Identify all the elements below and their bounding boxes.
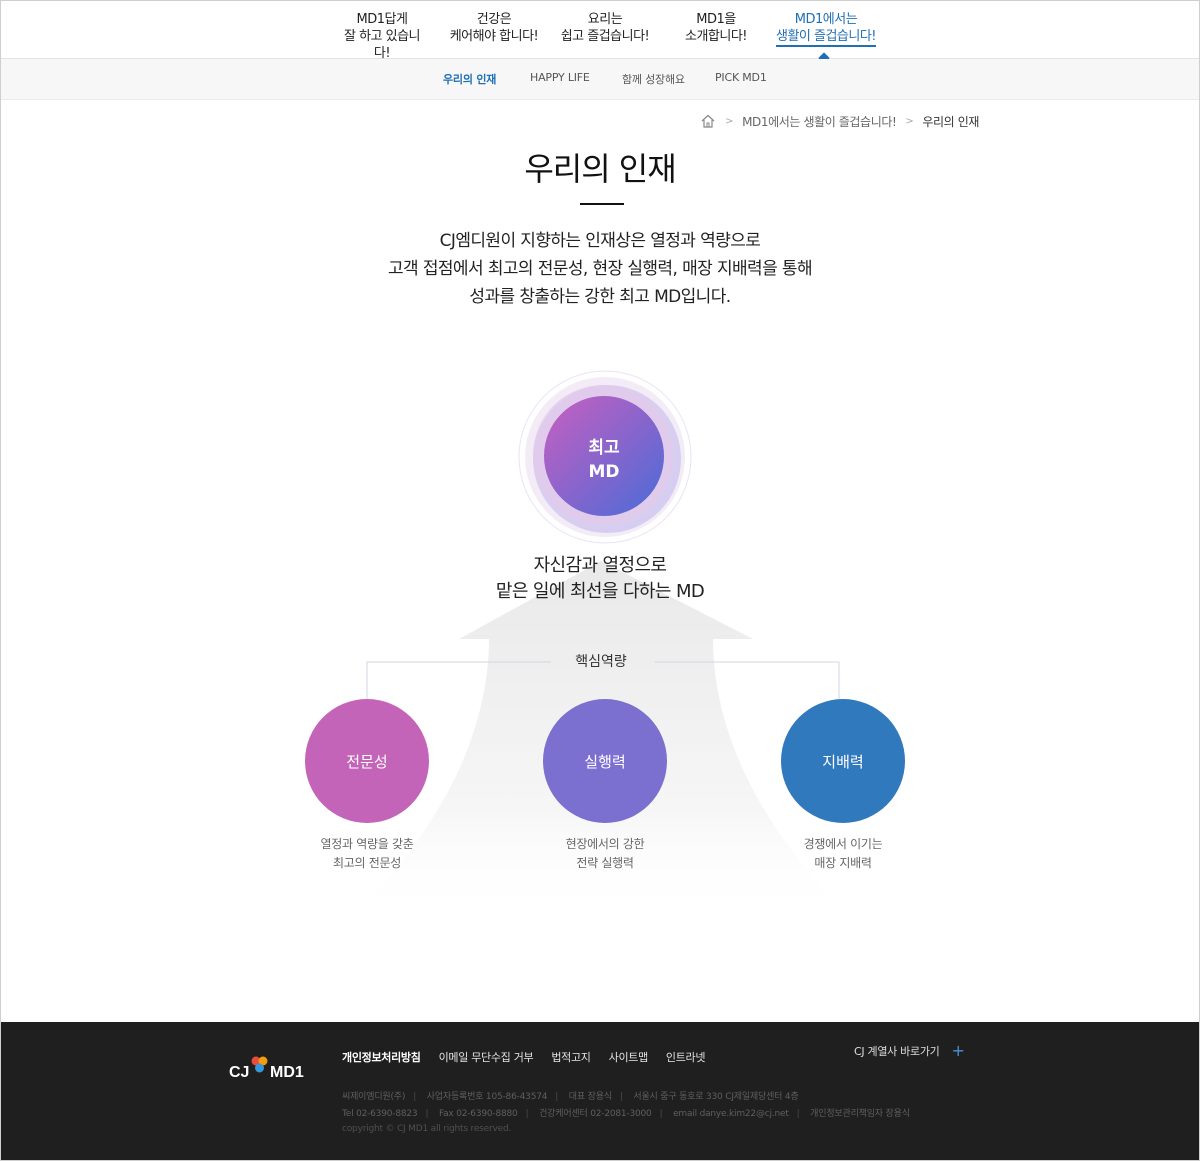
center-line: 최고 [588, 438, 620, 458]
company-contact-row: Tel 02-6390-8823 | Fax 02-6390-8880 | 건강케어… [342, 1109, 910, 1119]
tab-happy-life[interactable]: HAPPY LIFE [530, 71, 590, 84]
competency-description: 경쟁에서 이기는 매장 지배력 [753, 835, 933, 873]
center-desc-line: 맡은 일에 최선을 다하는 MD [495, 581, 705, 602]
core-competency-label: 핵심역량 [575, 654, 627, 670]
info-text: Tel 02-6390-8823 [342, 1109, 418, 1119]
company-info-row: 씨제이엠디원(주) | 사업자등록번호 105-86-43574 | 대표 장용식 |… [342, 1092, 799, 1102]
competency-description: 현장에서의 강한 전략 실행력 [515, 835, 695, 873]
breadcrumb-item[interactable]: MD1에서는 생활이 즐겁습니다! [742, 113, 897, 130]
gnb-item-line2: 소개합니다! [684, 29, 748, 44]
gnb-item-md1[interactable]: MD1답게 잘 하고 있습니다! [337, 11, 427, 62]
home-icon[interactable] [700, 113, 716, 129]
page-title: 우리의 인재 [524, 150, 676, 188]
gnb-item-line1: MD1답게 [356, 12, 408, 27]
cj-md1-logo[interactable]: CJ MD1 [229, 1050, 305, 1086]
intro-line: 성과를 창출하는 강한 최고 MD입니다. [469, 287, 731, 307]
gnb-item-line2: 쉽고 즐겁습니다! [560, 29, 650, 44]
sub-navigation: 우리의 인재 HAPPY LIFE 함께 성장해요 PICK MD1 [1, 59, 1199, 100]
gnb-item-line1: 요리는 [587, 12, 623, 27]
footer-link-intranet[interactable]: 인트라넷 [666, 1049, 706, 1065]
gnb-item-line1: MD1을 [696, 12, 736, 27]
competency-name: 지배력 [822, 752, 864, 771]
info-text: 씨제이엠디원(주) [342, 1092, 406, 1102]
gnb-item-line2: 잘 하고 있습니다! [343, 29, 421, 61]
footer-link-sitemap[interactable]: 사이트맵 [609, 1049, 649, 1065]
info-text: 건강케어센터 02-2081-3000 [539, 1109, 652, 1119]
family-site-label: CJ 계열사 바로가기 [854, 1044, 940, 1058]
competency-desc-line: 경쟁에서 이기는 [803, 837, 883, 851]
competency-name: 실행력 [584, 752, 626, 771]
gnb-item-life[interactable]: MD1에서는 생활이 즐겁습니다! [774, 11, 878, 47]
breadcrumb: > MD1에서는 생활이 즐겁습니다! > 우리의 인재 [700, 113, 979, 129]
title-divider [580, 203, 624, 205]
gnb-item-line2: 케어해야 합니다! [449, 29, 539, 44]
gnb-item-line1: MD1에서는 [794, 12, 858, 27]
svg-text:MD1: MD1 [270, 1064, 304, 1081]
info-text: 서울시 중구 동호로 330 CJ제일제당센터 4층 [633, 1092, 799, 1102]
intro-line: CJ엠디원이 지향하는 인재상은 열정과 역량으로 [439, 231, 761, 251]
competency-desc-line: 현장에서의 강한 [565, 837, 645, 851]
gnb-item-health[interactable]: 건강은 케어해야 합니다! [449, 11, 539, 45]
footer-link-privacy[interactable]: 개인정보처리방침 [342, 1049, 421, 1065]
svg-text:CJ: CJ [229, 1064, 249, 1081]
footer-links: 개인정보처리방침 이메일 무단수집 거부 법적고지 사이트맵 인트라넷 [342, 1049, 723, 1065]
copyright: copyright © CJ MD1 all rights reserved. [342, 1124, 512, 1134]
chevron-right-icon: > [905, 115, 914, 127]
competency-description: 열정과 역량을 갖춘 최고의 전문성 [277, 835, 457, 873]
competency-circle-dominance: 지배력 [781, 699, 905, 823]
center-circle-label: 최고 MD [544, 436, 664, 484]
info-text: email danye.kim22@cj.net [673, 1109, 789, 1119]
competency-desc-line: 전략 실행력 [576, 856, 634, 870]
gnb-item-line2: 생활이 즐겁습니다! [775, 29, 877, 47]
competency-circle-expertise: 전문성 [305, 699, 429, 823]
info-text: 사업자등록번호 105-86-43574 [426, 1092, 548, 1102]
center-description: 자신감과 열정으로 맡은 일에 최선을 다하는 MD [1, 553, 1199, 605]
tab-grow-together[interactable]: 함께 성장해요 [622, 71, 685, 87]
plus-icon: + [951, 1041, 965, 1060]
info-text: Fax 02-6390-8880 [438, 1109, 518, 1119]
breadcrumb-current: 우리의 인재 [922, 114, 979, 129]
gnb-item-about[interactable]: MD1을 소개합니다! [671, 11, 761, 45]
competency-circle-execution: 실행력 [543, 699, 667, 823]
info-text: 대표 장용식 [568, 1092, 612, 1102]
gnb-item-line1: 건강은 [476, 12, 512, 27]
intro-text: CJ엠디원이 지향하는 인재상은 열정과 역량으로 고객 접점에서 최고의 전문… [1, 227, 1199, 311]
footer-link-email[interactable]: 이메일 무단수집 거부 [439, 1049, 534, 1065]
top-navigation: MD1답게 잘 하고 있습니다! 건강은 케어해야 합니다! 요리는 쉽고 즐겁… [1, 1, 1199, 64]
competency-desc-line: 최고의 전문성 [333, 856, 401, 870]
footer: CJ MD1 개인정보처리방침 이메일 무단수집 거부 법적고지 사이트맵 인트… [1, 1022, 1199, 1160]
intro-line: 고객 접점에서 최고의 전문성, 현장 실행력, 매장 지배력을 통해 [387, 259, 813, 279]
competency-name: 전문성 [346, 752, 388, 771]
tab-pick-md1[interactable]: PICK MD1 [715, 71, 767, 84]
family-site-button[interactable]: CJ 계열사 바로가기 + [854, 1041, 965, 1060]
gnb-item-cooking[interactable]: 요리는 쉽고 즐겁습니다! [560, 11, 650, 45]
tab-talent[interactable]: 우리의 인재 [443, 71, 496, 87]
footer-link-legal[interactable]: 법적고지 [551, 1049, 591, 1065]
chevron-right-icon: > [725, 115, 734, 127]
competency-desc-line: 열정과 역량을 갖춘 [320, 837, 414, 851]
center-desc-line: 자신감과 열정으로 [533, 555, 667, 576]
competency-desc-line: 매장 지배력 [814, 856, 872, 870]
center-line: MD [588, 462, 620, 482]
info-text: 개인정보관리책임자 장용식 [810, 1109, 910, 1119]
